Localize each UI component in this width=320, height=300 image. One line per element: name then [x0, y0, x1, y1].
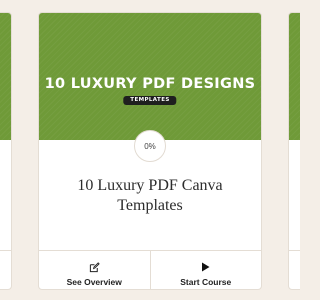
card-actions: See Overview Start Course — [39, 250, 261, 289]
course-grid: 10 LUXURY PDF DESIGNS TEMPLATES 0% 10 Lu… — [0, 0, 300, 300]
course-banner[interactable]: 10 LUXURY PDF DESIGNS TEMPLATES — [39, 13, 261, 140]
progress-label: 0% — [144, 141, 156, 151]
card-divider — [0, 250, 11, 251]
start-course-label: Start Course — [180, 277, 232, 287]
course-card-next[interactable] — [288, 12, 300, 290]
see-overview-button[interactable]: See Overview — [39, 251, 150, 289]
course-title[interactable]: 10 Luxury PDF Canva Templates — [49, 176, 251, 216]
see-overview-label: See Overview — [66, 277, 122, 287]
course-banner — [289, 13, 300, 140]
start-course-button[interactable]: Start Course — [149, 251, 262, 289]
banner-tag: TEMPLATES — [123, 96, 177, 105]
card-divider — [289, 250, 300, 251]
banner-title: 10 LUXURY PDF DESIGNS — [44, 76, 256, 92]
play-icon — [151, 261, 262, 273]
course-card[interactable]: 10 LUXURY PDF DESIGNS TEMPLATES 0% 10 Lu… — [38, 12, 262, 290]
course-card-previous[interactable] — [0, 12, 12, 290]
progress-indicator: 0% — [134, 130, 166, 162]
edit-icon — [39, 261, 150, 273]
course-banner — [0, 13, 11, 140]
